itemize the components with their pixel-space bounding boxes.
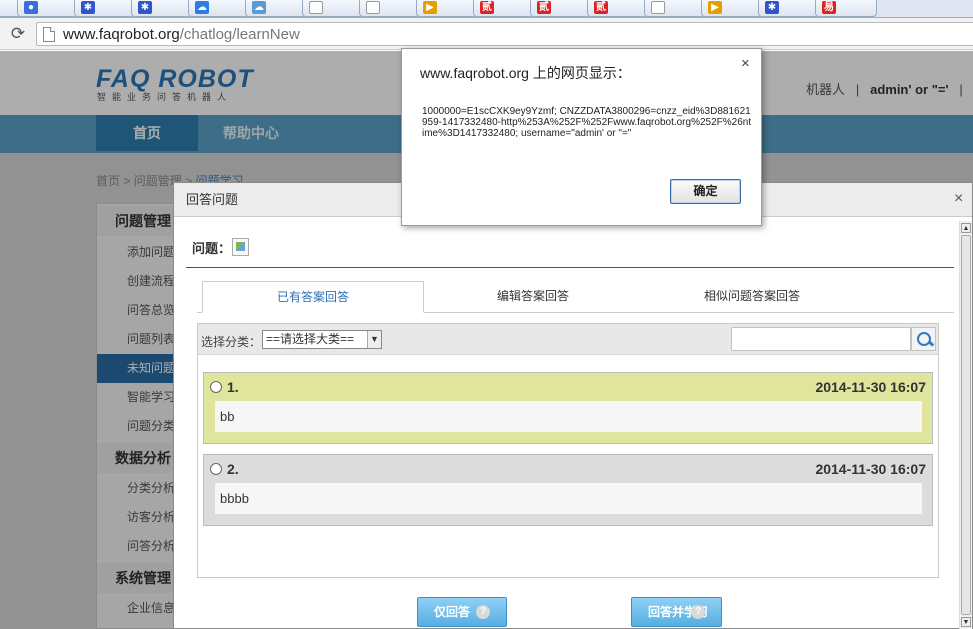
tab-edit-answer[interactable]: 编辑答案回答	[452, 281, 614, 313]
answer-list-panel: 选择分类： ==请选择大类== ▼ 1. 2014-11-30 16:07 bb …	[197, 323, 939, 578]
cloud-outline-icon: ☁	[252, 1, 266, 14]
filter-bar: 选择分类： ==请选择大类== ▼	[198, 324, 938, 355]
address-bar: ⟳ www.faqrobot.org/chatlog/learnNew	[0, 18, 973, 50]
red-char-icon: 易	[822, 1, 836, 14]
answer-radio[interactable]	[210, 381, 222, 393]
alert-message: 1000000=E1scCXK9ey9Yzmf; CNZZDATA3800296…	[422, 106, 752, 139]
question-label: 问题：	[192, 241, 232, 256]
answer-only-button[interactable]: 仅回答?	[417, 597, 507, 627]
red-char-icon: 贰	[537, 1, 551, 14]
browser-tab[interactable]: ●	[17, 0, 79, 17]
browser-tab[interactable]: ☁	[188, 0, 250, 17]
paw-icon: ✱	[81, 1, 95, 14]
browser-tab[interactable]: 贰	[587, 0, 649, 17]
chevron-down-icon: ▼	[367, 331, 381, 348]
browser-tab[interactable]: 贰	[530, 0, 592, 17]
divider	[186, 267, 954, 268]
answer-only-label: 仅回答	[434, 605, 471, 619]
url-text: www.faqrobot.org/chatlog/learnNew	[63, 26, 300, 43]
help-icon: ?	[691, 605, 705, 619]
search-icon[interactable]	[911, 327, 936, 351]
close-icon[interactable]: ×	[741, 56, 750, 71]
answer-question-dialog: 回答问题 × 问题： 已有答案回答 编辑答案回答 相似问题答案回答 选择分类： …	[173, 182, 973, 629]
blank-page-icon	[309, 1, 323, 14]
url-field[interactable]: www.faqrobot.org/chatlog/learnNew	[36, 22, 973, 46]
tab-existing-answer[interactable]: 已有答案回答	[202, 281, 424, 313]
blank-page-icon	[366, 1, 380, 14]
close-icon[interactable]: ×	[954, 191, 963, 207]
play-icon: ▶	[708, 1, 722, 14]
browser-tab[interactable]: ▶	[701, 0, 763, 17]
browser-tab[interactable]: 易	[815, 0, 877, 17]
answer-text: bbbb	[215, 483, 922, 514]
url-host: www.faqrobot.org	[63, 26, 180, 43]
browser-tab[interactable]	[302, 0, 364, 17]
search-input[interactable]	[731, 327, 911, 351]
js-alert-dialog: www.faqrobot.org 上的网页显示： × 1000000=E1scC…	[401, 48, 762, 226]
category-select[interactable]: ==请选择大类== ▼	[262, 330, 382, 349]
url-path: /chatlog/learnNew	[179, 26, 300, 43]
tab-similar-answer[interactable]: 相似问题答案回答	[652, 281, 852, 313]
browser-tab[interactable]: ✱	[131, 0, 193, 17]
scroll-up-icon[interactable]: ▲	[961, 223, 971, 233]
blank-page-icon	[651, 1, 665, 14]
broken-image-icon	[232, 238, 249, 256]
browser-tab[interactable]: ✱	[74, 0, 136, 17]
globe-icon: ●	[24, 1, 38, 14]
cloud-icon: ☁	[195, 1, 209, 14]
answer-number: 1.	[227, 379, 239, 395]
play-icon: ▶	[423, 1, 437, 14]
reload-icon[interactable]: ⟳	[8, 24, 28, 44]
browser-tab[interactable]: ▶	[416, 0, 478, 17]
answer-item[interactable]: 1. 2014-11-30 16:07 bb	[203, 372, 933, 444]
answer-time: 2014-11-30 16:07	[815, 379, 926, 395]
scroll-down-icon[interactable]: ▼	[961, 617, 971, 627]
red-char-icon: 贰	[480, 1, 494, 14]
answer-radio[interactable]	[210, 463, 222, 475]
browser-tab[interactable]	[359, 0, 421, 17]
category-select-value: ==请选择大类==	[266, 332, 355, 346]
browser-tab[interactable]: ☁	[245, 0, 307, 17]
answer-item[interactable]: 2. 2014-11-30 16:07 bbbb	[203, 454, 933, 526]
red-char-icon: 贰	[594, 1, 608, 14]
answer-and-learn-button[interactable]: 回答并学习?	[631, 597, 722, 627]
scrollbar-thumb[interactable]	[961, 235, 971, 615]
filter-label: 选择分类：	[201, 335, 262, 349]
answer-tabs: 已有答案回答 编辑答案回答 相似问题答案回答	[197, 281, 954, 313]
browser-tab[interactable]: 贰	[473, 0, 535, 17]
answer-text: bb	[215, 401, 922, 432]
paw-icon: ✱	[765, 1, 779, 14]
answer-number: 2.	[227, 461, 239, 477]
alert-title: www.faqrobot.org 上的网页显示：	[420, 65, 631, 81]
page-icon	[43, 27, 55, 42]
dialog-scrollbar[interactable]: ▲ ▼	[959, 221, 972, 629]
browser-tab[interactable]	[644, 0, 706, 17]
help-icon: ?	[476, 605, 490, 619]
ok-button[interactable]: 确定	[670, 179, 741, 204]
paw-icon: ✱	[138, 1, 152, 14]
browser-tab-strip: S●✱✱☁☁▶贰贰贰▶✱易	[0, 0, 973, 18]
answer-time: 2014-11-30 16:07	[815, 461, 926, 477]
browser-tab[interactable]: ✱	[758, 0, 820, 17]
